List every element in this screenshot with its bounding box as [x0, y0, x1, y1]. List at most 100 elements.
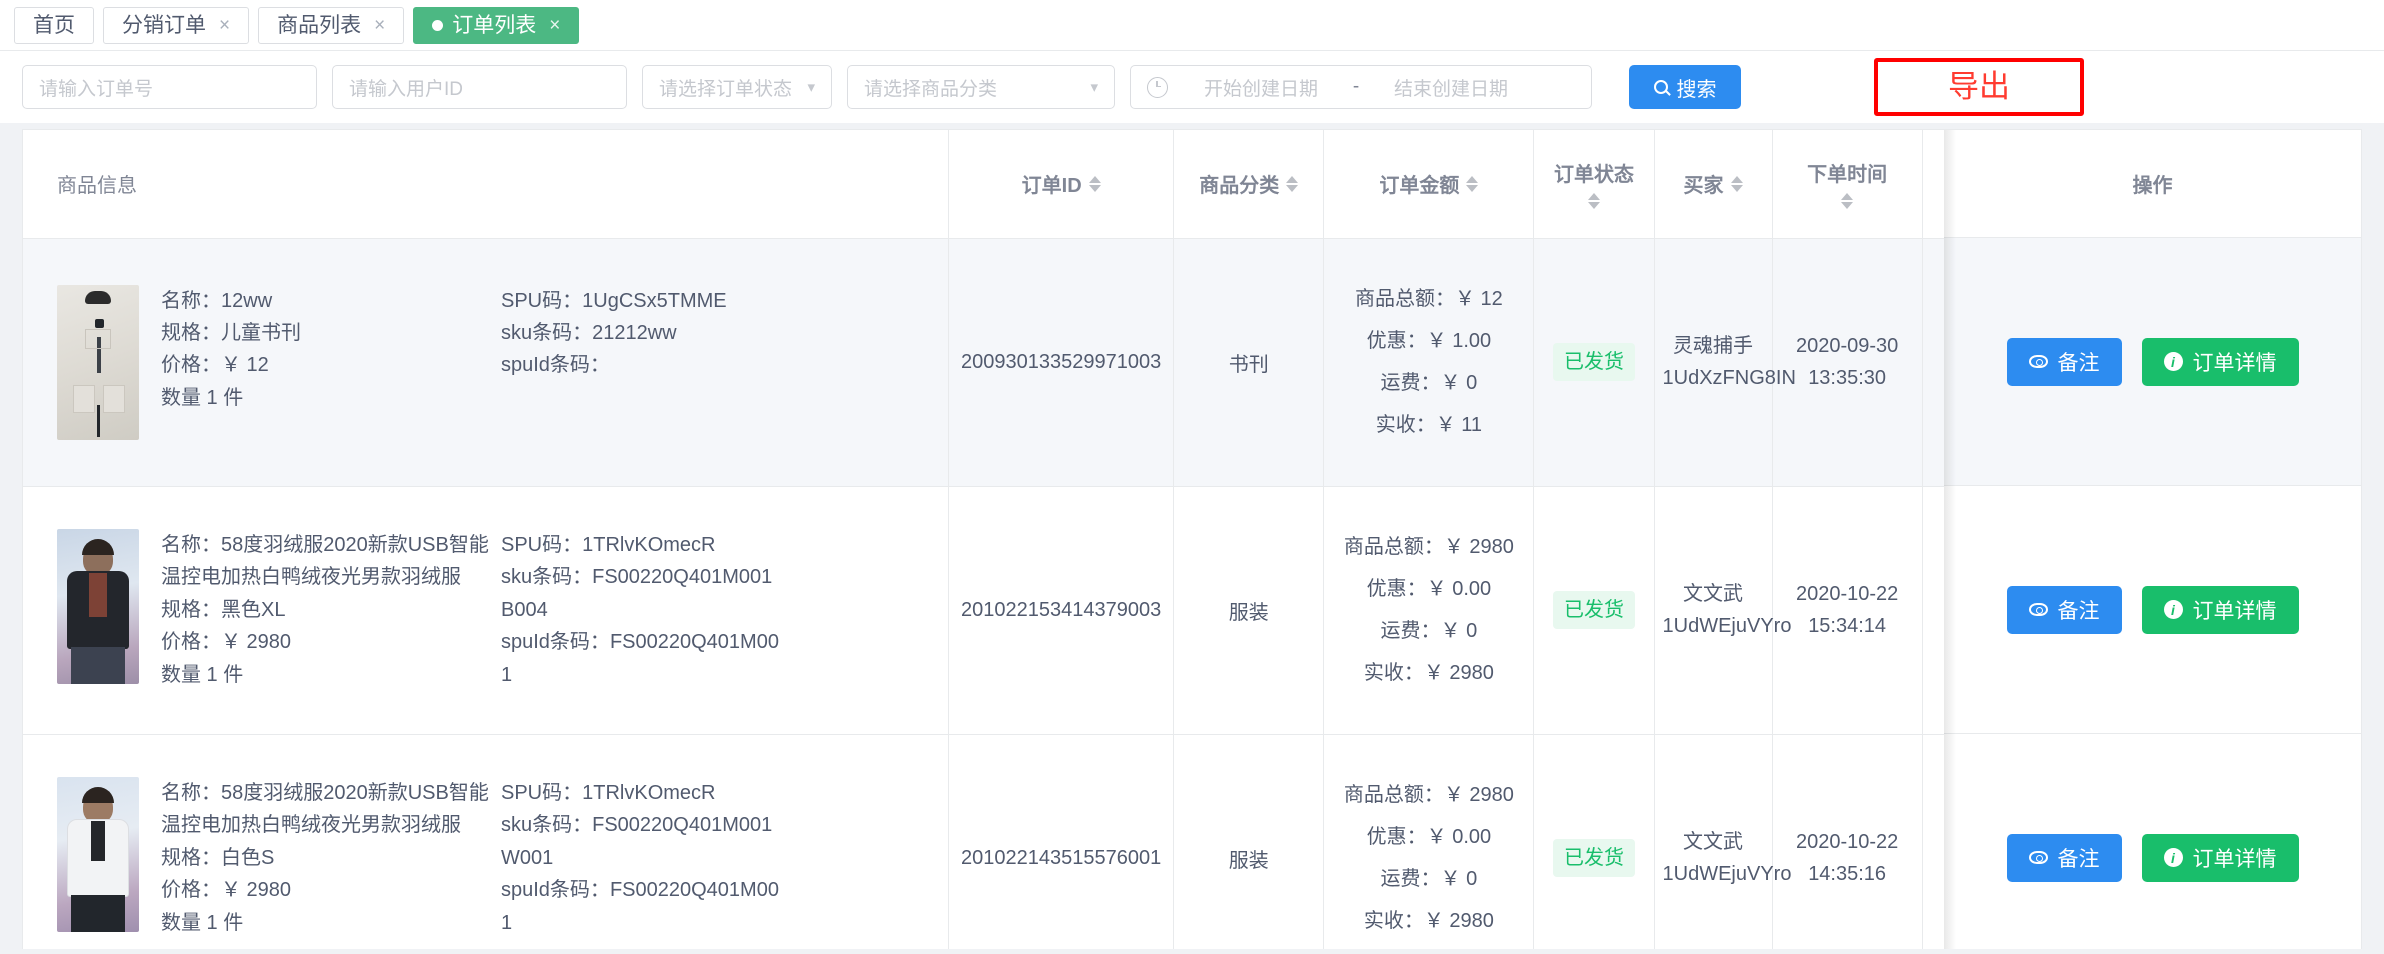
goods-name: 名称：58度羽绒服2020新款USB智能温控电加热白鸭绒夜光男款羽绒服 [161, 782, 489, 837]
tab-home[interactable]: 首页 [14, 6, 94, 44]
amount-discount: 优惠：￥ 0.00 [1366, 826, 1492, 848]
user-id-input[interactable]: 请输入用户ID [332, 65, 627, 109]
amount-total: 商品总额：￥ 2980 [1343, 784, 1514, 806]
col-header-label: 买家 [1683, 175, 1724, 198]
cell-category: 服装 [1173, 734, 1325, 949]
remark-button-label: 备注 [2057, 599, 2100, 623]
cell-order-id: 201022153414379003 [948, 486, 1175, 735]
col-header-label: 订单ID [1021, 175, 1082, 198]
cell-goods: 名称：58度羽绒服2020新款USB智能温控电加热白鸭绒夜光男款羽绒服 规格：白… [23, 734, 950, 949]
remark-button[interactable]: 备注 [2006, 337, 2122, 386]
date-start-placeholder[interactable]: 开始创建日期 [1186, 74, 1336, 101]
goods-sku-barcode: sku条码：21212ww [501, 321, 677, 344]
status-badge: 已发货 [1552, 343, 1635, 381]
col-header-label: 操作 [2195, 175, 2236, 198]
cell-amount: 商品总额：￥ 2980 优惠：￥ 0.00 运费：￥ 0 实收：￥ 2980 [1323, 486, 1535, 735]
fixed-actions-column: 操作 备注 i 订单详情 备注 i 订单详情 备注 i 订单详情 [1944, 130, 2361, 949]
user-id-placeholder: 请输入用户ID [349, 78, 464, 100]
close-icon[interactable]: × [219, 16, 230, 35]
status-badge: 已发货 [1552, 591, 1635, 629]
sort-toggle-icon[interactable] [1088, 175, 1101, 192]
cell-order-time: 2020-09-30 13:35:30 [1772, 238, 1923, 487]
sort-toggle-icon[interactable] [1540, 193, 1647, 210]
cell-buyer: 文文武1UdWEjuVYro [1654, 486, 1791, 735]
tab-label: 商品列表 [277, 13, 362, 37]
date-range-separator: - [1352, 76, 1360, 97]
order-status-select[interactable]: 请选择订单状态 ▾ [642, 65, 832, 109]
goods-name: 名称：12ww [161, 289, 273, 312]
col-header-status[interactable]: 订单状态 [1533, 130, 1655, 239]
col-header-label: 支付时间 [1956, 164, 2037, 187]
cell-goods: 名称：12ww 规格：儿童书刊 价格：￥ 12 数量 1 件 SPU码：1UgC… [23, 238, 950, 487]
col-header-pay-time[interactable]: 支付时间 [1922, 130, 2071, 239]
goods-spuid-barcode: spuId条码：FS00220Q401M001 [501, 631, 779, 686]
eye-icon [2028, 851, 2048, 864]
col-header-label: 订单状态 [1553, 164, 1634, 187]
date-end-placeholder[interactable]: 结束创建日期 [1376, 74, 1526, 101]
row-actions: 备注 i 订单详情 [1944, 238, 2361, 486]
cell-status: 已发货 [1533, 486, 1655, 735]
col-header-order-time[interactable]: 下单时间 [1772, 130, 1923, 239]
order-detail-button-label: 订单详情 [2192, 351, 2277, 375]
tab-distribution-orders[interactable]: 分销订单 × [103, 6, 250, 44]
col-header-category[interactable]: 商品分类 [1173, 130, 1325, 239]
filter-bar: 请输入订单号 请输入用户ID 请选择订单状态 ▾ 请选择商品分类 ▾ 开始创建日… [0, 51, 2384, 123]
goods-price: 价格：￥ 2980 [161, 879, 292, 902]
row-actions: 备注 i 订单详情 [1944, 486, 2361, 734]
amount-shipping: 运费：￥ 0 [1380, 372, 1478, 394]
sort-toggle-icon[interactable] [1779, 193, 1916, 210]
amount-received: 实收：￥ 2980 [1363, 662, 1494, 684]
status-badge: 已发货 [1552, 839, 1635, 877]
amount-discount: 优惠：￥ 1.00 [1366, 330, 1492, 352]
goods-spu: SPU码：1TRlvKOmecR [501, 782, 716, 805]
info-icon: i [2163, 352, 2183, 371]
export-button[interactable]: 导出 [1948, 69, 2010, 104]
remark-button[interactable]: 备注 [2006, 833, 2122, 882]
goods-quantity: 数量 1 件 [161, 911, 244, 934]
export-button-annotation: 导出 [1874, 57, 2084, 117]
cell-buyer: 灵魂捕手1UdXzFNG8IN [1654, 238, 1796, 487]
sort-toggle-icon[interactable] [1929, 193, 2064, 210]
close-icon[interactable]: × [374, 16, 385, 35]
close-icon[interactable]: × [549, 16, 560, 35]
amount-shipping: 运费：￥ 0 [1380, 620, 1478, 642]
col-header-order-id[interactable]: 订单ID [948, 130, 1175, 239]
order-detail-button[interactable]: i 订单详情 [2141, 585, 2299, 634]
goods-name: 名称：58度羽绒服2020新款USB智能温控电加热白鸭绒夜光男款羽绒服 [161, 534, 489, 589]
col-header-label: 订单金额 [1379, 175, 1460, 198]
goods-category-select[interactable]: 请选择商品分类 ▾ [847, 65, 1115, 109]
orders-table-card: 商品信息 订单ID 商品分类 订单金额 订单状态 买家 下单时间 支付时间 操作… [22, 129, 2362, 949]
amount-shipping: 运费：￥ 0 [1380, 868, 1478, 890]
amount-received: 实收：￥ 11 [1375, 414, 1483, 436]
goods-spec: 规格：白色S [161, 846, 275, 869]
remark-button[interactable]: 备注 [2006, 585, 2122, 634]
tab-product-list[interactable]: 商品列表 × [258, 6, 405, 44]
col-header-goods: 商品信息 [23, 130, 950, 239]
eye-icon [2028, 603, 2048, 616]
col-header-label: 商品信息 [57, 175, 137, 198]
info-icon: i [2163, 848, 2183, 867]
order-detail-button-label: 订单详情 [2192, 599, 2277, 623]
goods-spec: 规格：黑色XL [161, 598, 286, 621]
col-header-amount[interactable]: 订单金额 [1323, 130, 1535, 239]
col-header-buyer[interactable]: 买家 [1654, 130, 1773, 239]
amount-discount: 优惠：￥ 0.00 [1366, 578, 1492, 600]
sort-toggle-icon[interactable] [1286, 175, 1299, 192]
order-no-placeholder: 请输入订单号 [39, 78, 154, 100]
search-button[interactable]: 搜索 [1629, 65, 1741, 109]
order-no-input[interactable]: 请输入订单号 [22, 65, 317, 109]
tab-label: 订单列表 [452, 13, 537, 37]
col-header-actions: 操作 [2070, 130, 2361, 239]
product-thumbnail [57, 284, 139, 440]
cell-order-id: 200930133529971003 [948, 238, 1175, 487]
sort-toggle-icon[interactable] [1730, 175, 1743, 192]
cell-amount: 商品总额：￥ 2980 优惠：￥ 0.00 运费：￥ 0 实收：￥ 2980 [1323, 734, 1535, 949]
tab-order-list[interactable]: 订单列表 × [413, 6, 580, 44]
chevron-down-icon: ▾ [1090, 79, 1098, 96]
order-detail-button[interactable]: i 订单详情 [2141, 337, 2299, 386]
create-date-range-picker[interactable]: 开始创建日期 - 结束创建日期 [1130, 65, 1592, 109]
goods-sku-barcode: sku条码：FS00220Q401M001W001 [501, 814, 773, 869]
order-detail-button[interactable]: i 订单详情 [2141, 833, 2299, 882]
eye-icon [2028, 355, 2048, 368]
sort-toggle-icon[interactable] [1466, 175, 1479, 192]
